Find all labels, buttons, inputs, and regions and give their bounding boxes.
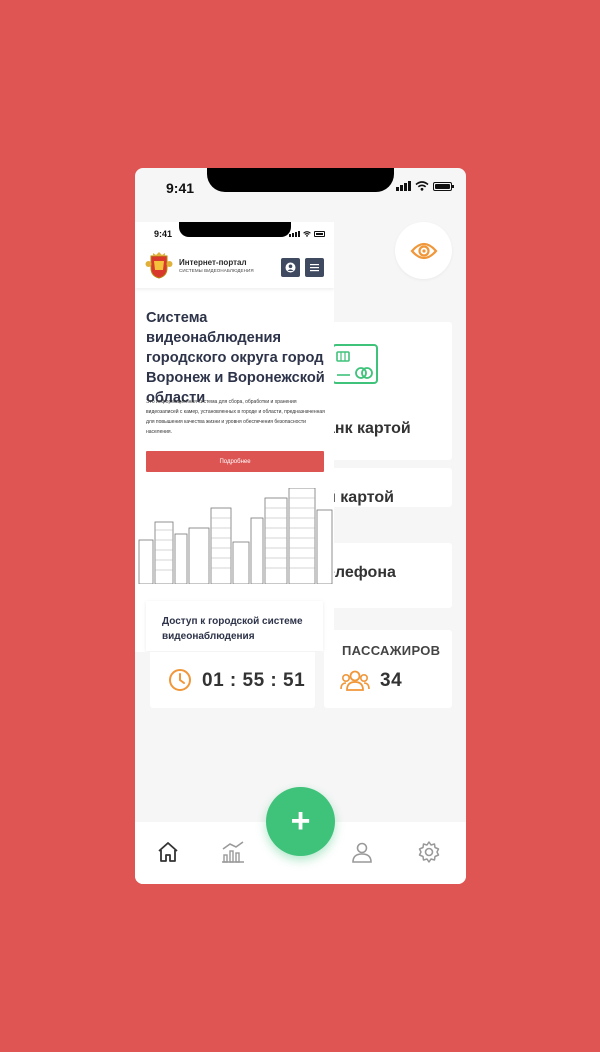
- status-time: 9:41: [166, 180, 195, 196]
- preview-notch: [179, 222, 291, 237]
- coat-of-arms-icon: [145, 252, 173, 279]
- battery-icon: [433, 181, 454, 191]
- payment-card-bank-label: анк картой: [326, 420, 411, 437]
- menu-button[interactable]: [305, 258, 324, 277]
- profile-icon[interactable]: [350, 840, 374, 864]
- stat-passengers-title: ПАССАЖИРОВ: [342, 643, 441, 658]
- phone-frame: 9:41 анк картой й картой елефона 01: 55…: [135, 168, 466, 884]
- eye-icon: [410, 242, 437, 259]
- access-card-title: Доступ к городской системе видеонаблюден…: [162, 616, 303, 642]
- portal-logo-subtitle: СИСТЕМЫ ВИДЕОНАБЛЮДЕНИЯ: [179, 268, 254, 273]
- status-icons: [396, 181, 454, 191]
- payment-card-phone-label: елефона: [326, 564, 396, 581]
- home-icon[interactable]: [156, 840, 180, 864]
- signal-icon: [396, 181, 411, 191]
- wifi-icon: [415, 181, 429, 191]
- portal-hero-text: Это информационная система для сбора, об…: [146, 399, 325, 435]
- portal-preview: 9:41 Интернет-портал СИСТЕМЫ ВИДЕОНАБЛЮД…: [135, 222, 334, 652]
- payment-card-virtual-label: й картой: [326, 489, 394, 506]
- add-button[interactable]: +: [266, 787, 335, 856]
- passengers-icon: [340, 670, 370, 691]
- analytics-icon[interactable]: [220, 840, 246, 864]
- account-icon: [285, 262, 296, 273]
- portal-logo-title: Интернет-портал: [179, 258, 247, 267]
- clock-icon: [169, 669, 191, 691]
- access-card[interactable]: Доступ к городской системе видеонаблюден…: [146, 601, 323, 651]
- portal-hero-title: Система видеонаблюдения городского округ…: [146, 310, 325, 406]
- menu-icon: [310, 264, 319, 272]
- phone-notch: [207, 168, 394, 192]
- preview-status-time: 9:41: [154, 229, 173, 239]
- more-button[interactable]: Подробнее: [146, 451, 324, 472]
- city-skyline-illustration: [138, 488, 333, 584]
- visibility-toggle-button[interactable]: [395, 222, 452, 279]
- portal-header: Интернет-портал СИСТЕМЫ ВИДЕОНАБЛЮДЕНИЯ: [135, 244, 334, 288]
- portal-hero: Система видеонаблюдения городского округ…: [135, 294, 334, 594]
- stat-passengers: ПАССАЖИРОВ 34: [324, 630, 452, 708]
- preview-battery-icon: [314, 231, 325, 237]
- preview-status-icons: [289, 231, 325, 237]
- account-button[interactable]: [281, 258, 300, 277]
- stat-travel-time-value: 01 : 55 : 51: [202, 670, 306, 691]
- preview-signal-icon: [289, 231, 300, 237]
- bank-card-icon: [332, 344, 378, 384]
- stat-passengers-value: 34: [380, 670, 403, 691]
- preview-wifi-icon: [303, 231, 311, 237]
- settings-icon[interactable]: [417, 840, 441, 864]
